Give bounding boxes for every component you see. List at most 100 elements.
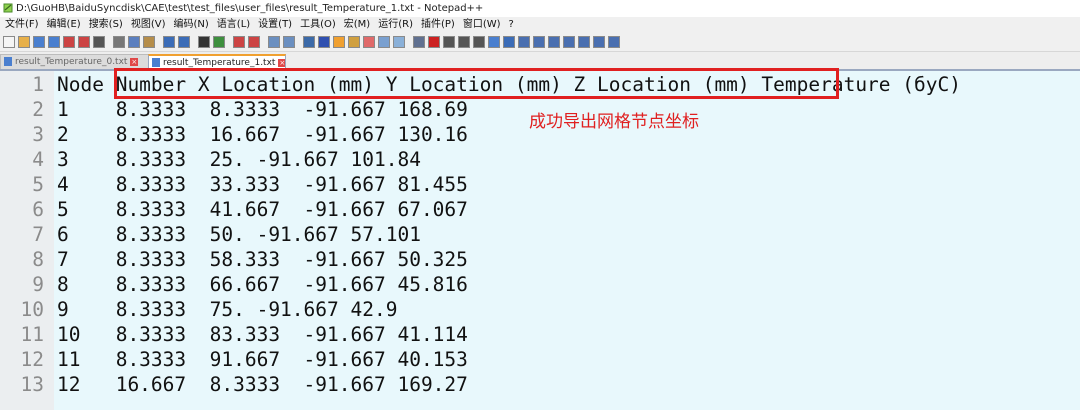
b3-icon[interactable] (548, 36, 560, 48)
close-tab-icon[interactable]: × (278, 59, 285, 67)
menu-item-5[interactable]: 语言(L) (214, 17, 253, 33)
line-number: 1 (32, 73, 44, 96)
close-icon[interactable] (63, 36, 75, 48)
line-number: 13 (20, 373, 44, 396)
menu-item-7[interactable]: 工具(O) (297, 17, 339, 33)
sync-h-icon[interactable] (283, 36, 295, 48)
editor-line: 9 8 8.3333 66.667 -91.667 45.816 (0, 272, 1080, 297)
open-icon[interactable] (18, 36, 30, 48)
b1-icon[interactable] (518, 36, 530, 48)
b4-icon[interactable] (563, 36, 575, 48)
replace-icon[interactable] (213, 36, 225, 48)
saved-file-icon (152, 58, 160, 67)
line-number: 9 (32, 273, 44, 296)
editor-line: 12 11 8.3333 91.667 -91.667 40.153 (0, 347, 1080, 372)
paste-icon[interactable] (143, 36, 155, 48)
print-icon[interactable] (93, 36, 105, 48)
highlight-box (114, 68, 839, 99)
menu-item-12[interactable]: ? (506, 17, 517, 33)
run-icon[interactable] (503, 36, 515, 48)
editor-line: 6 5 8.3333 41.667 -91.667 67.067 (0, 197, 1080, 222)
new-icon[interactable] (3, 36, 15, 48)
line-number: 12 (20, 348, 44, 371)
tab-label: result_Temperature_0.txt (15, 57, 128, 67)
b7-icon[interactable] (608, 36, 620, 48)
line-text: 4 8.3333 33.333 -91.667 81.455 (57, 173, 468, 196)
menu-item-8[interactable]: 宏(M) (341, 17, 373, 33)
line-number: 4 (32, 148, 44, 171)
b5-icon[interactable] (578, 36, 590, 48)
line-number: 10 (20, 298, 44, 321)
close-all-icon[interactable] (78, 36, 90, 48)
sync-v-icon[interactable] (268, 36, 280, 48)
annotation-text: 成功导出网格节点坐标 (529, 112, 699, 132)
menu-item-1[interactable]: 编辑(E) (44, 17, 84, 33)
zoom-out-icon[interactable] (248, 36, 260, 48)
editor-line: 5 4 8.3333 33.333 -91.667 81.455 (0, 172, 1080, 197)
stop-icon[interactable] (443, 36, 455, 48)
line-number: 7 (32, 223, 44, 246)
undo-icon[interactable] (163, 36, 175, 48)
copy-icon[interactable] (128, 36, 140, 48)
window-title: D:\GuoHB\BaiduSyncdisk\CAE\test\test_fil… (16, 3, 484, 14)
toolbar (0, 33, 1080, 52)
line-number: 11 (20, 323, 44, 346)
show-all-icon[interactable] (318, 36, 330, 48)
play-icon[interactable] (458, 36, 470, 48)
line-number: 3 (32, 123, 44, 146)
menu-item-9[interactable]: 运行(R) (375, 17, 416, 33)
menu-item-3[interactable]: 视图(V) (128, 17, 169, 33)
notepadpp-app-icon (3, 3, 13, 13)
save-icon[interactable] (33, 36, 45, 48)
editor-line: 4 3 8.3333 25. -91.667 101.84 (0, 147, 1080, 172)
zoom-in-icon[interactable] (233, 36, 245, 48)
save-all-icon[interactable] (48, 36, 60, 48)
function-list-icon[interactable] (378, 36, 390, 48)
line-text: 8 8.3333 66.667 -91.667 45.816 (57, 273, 468, 296)
menu-item-11[interactable]: 窗口(W) (460, 17, 504, 33)
line-text: 3 8.3333 25. -91.667 101.84 (57, 148, 421, 171)
line-text: 12 16.667 8.3333 -91.667 169.27 (57, 373, 468, 396)
editor-line: 8 7 8.3333 58.333 -91.667 50.325 (0, 247, 1080, 272)
line-number: 6 (32, 198, 44, 221)
line-text: 11 8.3333 91.667 -91.667 40.153 (57, 348, 468, 371)
editor-line: 10 9 8.3333 75. -91.667 42.9 (0, 297, 1080, 322)
line-text: 1 8.3333 8.3333 -91.667 168.69 (57, 98, 468, 121)
b2-icon[interactable] (533, 36, 545, 48)
save-macro-icon[interactable] (488, 36, 500, 48)
menu-item-4[interactable]: 编码(N) (171, 17, 212, 33)
monitor-icon[interactable] (413, 36, 425, 48)
udl-icon[interactable] (348, 36, 360, 48)
line-text: 6 8.3333 50. -91.667 57.101 (57, 223, 421, 246)
b6-icon[interactable] (593, 36, 605, 48)
record-icon[interactable] (428, 36, 440, 48)
word-wrap-icon[interactable] (303, 36, 315, 48)
tab-label: result_Temperature_1.txt (163, 58, 276, 68)
menu-item-2[interactable]: 搜索(S) (86, 17, 126, 33)
line-text: 2 8.3333 16.667 -91.667 130.16 (57, 123, 468, 146)
menu-bar: 文件(F) 编辑(E) 搜索(S) 视图(V) 编码(N) 语言(L) 设置(T) 工具(O)… (0, 17, 1080, 33)
find-icon[interactable] (198, 36, 210, 48)
line-text: 9 8.3333 75. -91.667 42.9 (57, 298, 398, 321)
indent-guide-icon[interactable] (333, 36, 345, 48)
tab-result-temperature-0[interactable]: result_Temperature_0.txt × (0, 54, 149, 69)
folder-workspace-icon[interactable] (393, 36, 405, 48)
menu-item-6[interactable]: 设置(T) (255, 17, 295, 33)
doc-map-icon[interactable] (363, 36, 375, 48)
play-multi-icon[interactable] (473, 36, 485, 48)
editor-line: 11 10 8.3333 83.333 -91.667 41.114 (0, 322, 1080, 347)
line-text: 10 8.3333 83.333 -91.667 41.114 (57, 323, 468, 346)
menu-item-0[interactable]: 文件(F) (2, 17, 42, 33)
redo-icon[interactable] (178, 36, 190, 48)
editor-line: 7 6 8.3333 50. -91.667 57.101 (0, 222, 1080, 247)
close-tab-icon[interactable]: × (130, 58, 139, 66)
editor-line: 13 12 16.667 8.3333 -91.667 169.27 (0, 372, 1080, 397)
line-number: 5 (32, 173, 44, 196)
saved-file-icon (4, 57, 12, 66)
title-bar: D:\GuoHB\BaiduSyncdisk\CAE\test\test_fil… (0, 0, 1080, 17)
cut-icon[interactable] (113, 36, 125, 48)
menu-item-10[interactable]: 插件(P) (418, 17, 458, 33)
line-number: 8 (32, 248, 44, 271)
line-number: 2 (32, 98, 44, 121)
line-text: 5 8.3333 41.667 -91.667 67.067 (57, 198, 468, 221)
